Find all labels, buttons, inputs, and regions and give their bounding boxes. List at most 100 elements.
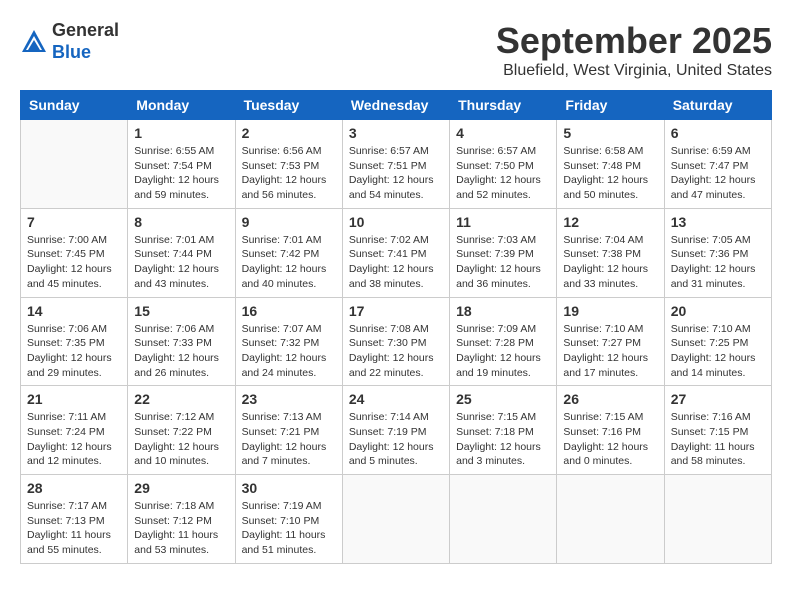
day-number: 19 — [563, 303, 657, 319]
day-info: Sunrise: 7:00 AMSunset: 7:45 PMDaylight:… — [27, 233, 121, 292]
day-info: Sunrise: 6:57 AMSunset: 7:51 PMDaylight:… — [349, 144, 443, 203]
day-number: 8 — [134, 214, 228, 230]
day-number: 3 — [349, 125, 443, 141]
weekday-header-row: SundayMondayTuesdayWednesdayThursdayFrid… — [21, 91, 772, 120]
page-header: General Blue September 2025 Bluefield, W… — [20, 20, 772, 80]
weekday-header-wednesday: Wednesday — [342, 91, 449, 120]
week-row-4: 21 Sunrise: 7:11 AMSunset: 7:24 PMDayligh… — [21, 386, 772, 475]
day-info: Sunrise: 7:13 AMSunset: 7:21 PMDaylight:… — [242, 410, 336, 469]
day-info: Sunrise: 7:08 AMSunset: 7:30 PMDaylight:… — [349, 322, 443, 381]
calendar-cell: 14 Sunrise: 7:06 AMSunset: 7:35 PMDayligh… — [21, 297, 128, 386]
day-info: Sunrise: 7:10 AMSunset: 7:27 PMDaylight:… — [563, 322, 657, 381]
day-number: 15 — [134, 303, 228, 319]
calendar-cell: 28Sunrise: 7:17 AMSunset: 7:13 PMDayligh… — [21, 475, 128, 564]
day-info: Sunrise: 7:06 AMSunset: 7:33 PMDaylight:… — [134, 322, 228, 381]
calendar-cell: 18 Sunrise: 7:09 AMSunset: 7:28 PMDayligh… — [450, 297, 557, 386]
calendar-cell — [557, 475, 664, 564]
day-number: 1 — [134, 125, 228, 141]
calendar-cell: 24 Sunrise: 7:14 AMSunset: 7:19 PMDayligh… — [342, 386, 449, 475]
calendar-cell: 22 Sunrise: 7:12 AMSunset: 7:22 PMDayligh… — [128, 386, 235, 475]
week-row-2: 7 Sunrise: 7:00 AMSunset: 7:45 PMDaylight… — [21, 208, 772, 297]
calendar-cell: 30 Sunrise: 7:19 AMSunset: 7:10 PMDayligh… — [235, 475, 342, 564]
day-info: Sunrise: 7:14 AMSunset: 7:19 PMDaylight:… — [349, 410, 443, 469]
day-number: 30 — [242, 480, 336, 496]
calendar-cell: 13Sunrise: 7:05 AMSunset: 7:36 PMDayligh… — [664, 208, 771, 297]
calendar-cell: 8 Sunrise: 7:01 AMSunset: 7:44 PMDaylight… — [128, 208, 235, 297]
logo-icon — [20, 28, 48, 56]
day-info: Sunrise: 7:10 AMSunset: 7:25 PMDaylight:… — [671, 322, 765, 381]
day-number: 5 — [563, 125, 657, 141]
calendar-cell — [21, 120, 128, 209]
day-number: 13 — [671, 214, 765, 230]
weekday-header-monday: Monday — [128, 91, 235, 120]
day-info: Sunrise: 7:07 AMSunset: 7:32 PMDaylight:… — [242, 322, 336, 381]
day-number: 16 — [242, 303, 336, 319]
day-info: Sunrise: 7:18 AMSunset: 7:12 PMDaylight:… — [134, 499, 228, 558]
day-number: 6 — [671, 125, 765, 141]
calendar-cell: 3 Sunrise: 6:57 AMSunset: 7:51 PMDaylight… — [342, 120, 449, 209]
day-info: Sunrise: 7:11 AMSunset: 7:24 PMDaylight:… — [27, 410, 121, 469]
day-info: Sunrise: 7:09 AMSunset: 7:28 PMDaylight:… — [456, 322, 550, 381]
day-info: Sunrise: 6:58 AMSunset: 7:48 PMDaylight:… — [563, 144, 657, 203]
calendar-cell: 21 Sunrise: 7:11 AMSunset: 7:24 PMDayligh… — [21, 386, 128, 475]
calendar-cell: 23 Sunrise: 7:13 AMSunset: 7:21 PMDayligh… — [235, 386, 342, 475]
calendar-cell: 4Sunrise: 6:57 AMSunset: 7:50 PMDaylight… — [450, 120, 557, 209]
day-number: 22 — [134, 391, 228, 407]
day-number: 12 — [563, 214, 657, 230]
day-number: 11 — [456, 214, 550, 230]
day-number: 14 — [27, 303, 121, 319]
day-info: Sunrise: 6:55 AMSunset: 7:54 PMDaylight:… — [134, 144, 228, 203]
weekday-header-sunday: Sunday — [21, 91, 128, 120]
day-info: Sunrise: 7:01 AMSunset: 7:44 PMDaylight:… — [134, 233, 228, 292]
day-info: Sunrise: 7:04 AMSunset: 7:38 PMDaylight:… — [563, 233, 657, 292]
location: Bluefield, West Virginia, United States — [496, 62, 772, 80]
weekday-header-tuesday: Tuesday — [235, 91, 342, 120]
day-info: Sunrise: 7:03 AMSunset: 7:39 PMDaylight:… — [456, 233, 550, 292]
day-info: Sunrise: 7:02 AMSunset: 7:41 PMDaylight:… — [349, 233, 443, 292]
week-row-1: 1 Sunrise: 6:55 AMSunset: 7:54 PMDaylight… — [21, 120, 772, 209]
weekday-header-friday: Friday — [557, 91, 664, 120]
title-block: September 2025 Bluefield, West Virginia,… — [496, 20, 772, 80]
calendar-cell: 16 Sunrise: 7:07 AMSunset: 7:32 PMDayligh… — [235, 297, 342, 386]
day-number: 20 — [671, 303, 765, 319]
calendar-cell: 2 Sunrise: 6:56 AMSunset: 7:53 PMDaylight… — [235, 120, 342, 209]
calendar-cell: 1 Sunrise: 6:55 AMSunset: 7:54 PMDaylight… — [128, 120, 235, 209]
day-number: 28 — [27, 480, 121, 496]
day-info: Sunrise: 7:16 AMSunset: 7:15 PMDaylight:… — [671, 410, 765, 469]
day-info: Sunrise: 7:06 AMSunset: 7:35 PMDaylight:… — [27, 322, 121, 381]
calendar: SundayMondayTuesdayWednesdayThursdayFrid… — [20, 90, 772, 564]
day-info: Sunrise: 7:15 AMSunset: 7:18 PMDaylight:… — [456, 410, 550, 469]
calendar-cell: 6Sunrise: 6:59 AMSunset: 7:47 PMDaylight… — [664, 120, 771, 209]
day-info: Sunrise: 6:56 AMSunset: 7:53 PMDaylight:… — [242, 144, 336, 203]
calendar-cell — [664, 475, 771, 564]
day-info: Sunrise: 7:01 AMSunset: 7:42 PMDaylight:… — [242, 233, 336, 292]
day-info: Sunrise: 7:19 AMSunset: 7:10 PMDaylight:… — [242, 499, 336, 558]
calendar-cell — [342, 475, 449, 564]
day-number: 23 — [242, 391, 336, 407]
calendar-cell: 11 Sunrise: 7:03 AMSunset: 7:39 PMDayligh… — [450, 208, 557, 297]
calendar-cell: 5 Sunrise: 6:58 AMSunset: 7:48 PMDaylight… — [557, 120, 664, 209]
day-number: 21 — [27, 391, 121, 407]
calendar-cell: 25 Sunrise: 7:15 AMSunset: 7:18 PMDayligh… — [450, 386, 557, 475]
calendar-cell: 7 Sunrise: 7:00 AMSunset: 7:45 PMDaylight… — [21, 208, 128, 297]
week-row-3: 14 Sunrise: 7:06 AMSunset: 7:35 PMDayligh… — [21, 297, 772, 386]
month-title: September 2025 — [496, 20, 772, 62]
calendar-cell: 9 Sunrise: 7:01 AMSunset: 7:42 PMDaylight… — [235, 208, 342, 297]
logo: General Blue — [20, 20, 119, 63]
day-number: 7 — [27, 214, 121, 230]
day-number: 29 — [134, 480, 228, 496]
day-number: 26 — [563, 391, 657, 407]
calendar-cell: 27Sunrise: 7:16 AMSunset: 7:15 PMDayligh… — [664, 386, 771, 475]
day-number: 24 — [349, 391, 443, 407]
day-number: 18 — [456, 303, 550, 319]
calendar-cell: 19 Sunrise: 7:10 AMSunset: 7:27 PMDayligh… — [557, 297, 664, 386]
day-number: 2 — [242, 125, 336, 141]
day-info: Sunrise: 7:12 AMSunset: 7:22 PMDaylight:… — [134, 410, 228, 469]
calendar-cell — [450, 475, 557, 564]
calendar-cell: 12 Sunrise: 7:04 AMSunset: 7:38 PMDayligh… — [557, 208, 664, 297]
day-number: 9 — [242, 214, 336, 230]
calendar-cell: 17Sunrise: 7:08 AMSunset: 7:30 PMDayligh… — [342, 297, 449, 386]
weekday-header-thursday: Thursday — [450, 91, 557, 120]
logo-general: General — [52, 20, 119, 42]
day-number: 25 — [456, 391, 550, 407]
